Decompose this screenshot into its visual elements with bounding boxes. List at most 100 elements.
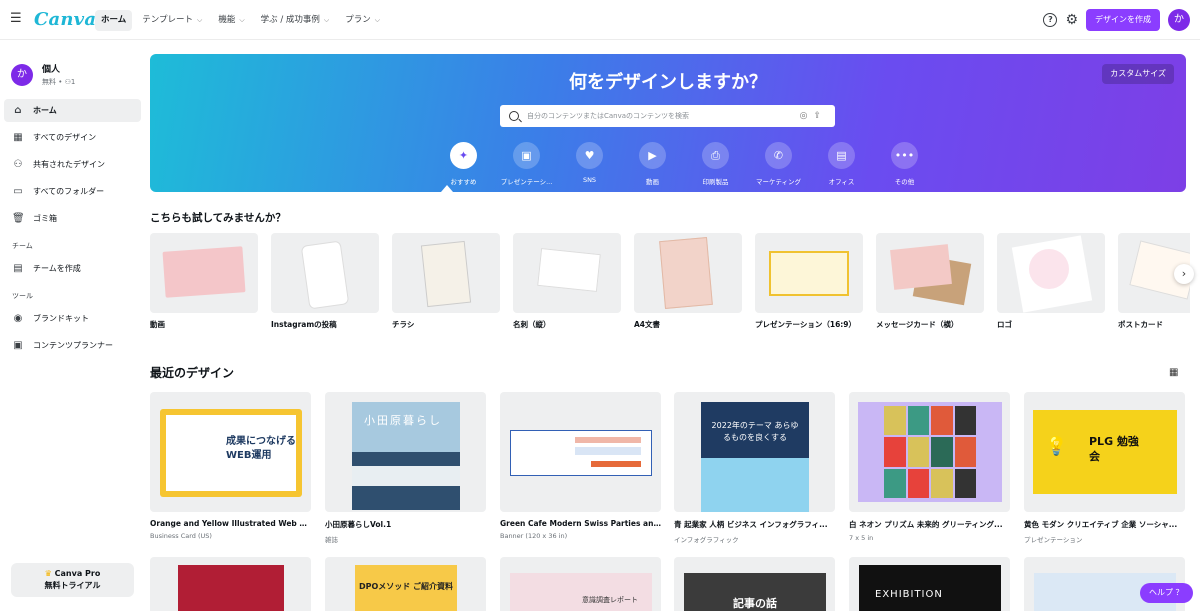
try-card[interactable]: メッセージカード（横） <box>876 233 984 330</box>
design-title: 白 ネオン プリズム 未来的 グリーティング... <box>849 520 1003 529</box>
nav-features[interactable]: 機能 ⌵ <box>212 10 250 31</box>
sidebar-item-brand-kit[interactable]: ◉ ブランドキット <box>4 307 141 330</box>
nav-label: ホーム <box>101 15 127 25</box>
photo-cell <box>907 468 929 498</box>
try-card-label: チラシ <box>392 320 415 329</box>
sidebar-item-content-planner[interactable]: ▣ コンテンツプランナー <box>4 334 141 357</box>
category-label: マーケティング <box>756 178 801 186</box>
sidebar-item-label: ブランドキット <box>33 314 89 323</box>
sparkle-icon: ✦ <box>450 142 477 169</box>
recent-thumbnail[interactable]: EXHIBITION <box>849 557 1010 611</box>
try-card[interactable]: Instagramの投稿 <box>271 233 379 330</box>
sidebar-item-shared[interactable]: ⚇ 共有されたデザイン <box>4 153 141 176</box>
category-label: プレゼンテーシ... <box>500 178 553 186</box>
photo-cell <box>884 468 906 498</box>
category-more[interactable]: ••• その他 <box>873 142 936 186</box>
recent-design-card[interactable]: Green Cafe Modern Swiss Parties and Cel.… <box>500 392 661 540</box>
category-office[interactable]: ▤ オフィス <box>810 142 873 186</box>
top-right-actions: ? ⚙ デザインを作成 か <box>1043 9 1190 31</box>
recent-design-card[interactable]: 💡 PLG 勉強会 黄色 モダン クリエイティブ 企業 ソーシャ... プレゼンテ… <box>1024 392 1185 544</box>
more-icon: ••• <box>891 142 918 169</box>
try-card-label: 名刺（縦） <box>513 320 551 329</box>
category-marketing[interactable]: ✆ マーケティング <box>747 142 810 186</box>
chevron-down-icon: ⌵ <box>323 16 330 24</box>
photo-cell <box>907 437 929 467</box>
carousel-next-button[interactable]: › <box>1174 264 1194 284</box>
try-thumbnail <box>150 233 258 313</box>
brand-kit-icon: ◉ <box>13 312 23 324</box>
recent-design-card[interactable]: 成果につなげるWEB運用 Orange and Yellow Illustrat… <box>150 392 311 540</box>
recent-design-card[interactable]: 2022年のテーマ あらゆるものを良くする 青 起業家 人柄 ビジネス インフォ… <box>674 392 835 544</box>
sidebar-item-label: コンテンツプランナー <box>33 341 113 350</box>
canva-pro-trial-button[interactable]: ♛ Canva Pro 無料トライアル <box>11 563 134 597</box>
category-recommended[interactable]: ✦ おすすめ <box>432 142 495 186</box>
category-label: オフィス <box>828 178 855 186</box>
create-design-button[interactable]: デザインを作成 <box>1086 9 1160 31</box>
grid-icon: ▦ <box>13 131 23 143</box>
design-preview <box>537 247 601 293</box>
recent-design-card[interactable]: 小田原暮らし 小田原暮らしVol.1 雑誌 <box>325 392 486 544</box>
sidebar-item-label: ホーム <box>33 106 57 115</box>
recent-thumbnail[interactable] <box>150 557 311 611</box>
grid-view-icon[interactable]: ▦ <box>1169 367 1178 378</box>
custom-size-button[interactable]: カスタムサイズ <box>1102 64 1174 84</box>
nav-pricing[interactable]: プラン ⌵ <box>339 10 386 31</box>
category-sns[interactable]: ♥ SNS <box>558 142 621 186</box>
sidebar-item-label: チームを作成 <box>33 264 81 273</box>
recent-thumbnail[interactable]: 記事の話 <box>674 557 835 611</box>
banner-line <box>575 447 641 455</box>
search-input[interactable]: 自分のコンテンツまたはCanvaのコンテンツを検索 <box>527 111 800 121</box>
recent-design-card[interactable]: 白 ネオン プリズム 未来的 グリーティング... 7 x 5 in <box>849 392 1010 542</box>
sidebar-item-label: 共有されたデザイン <box>33 160 105 169</box>
nav-label: プラン <box>345 15 371 25</box>
account-switcher[interactable]: か 個人 無料 • ⚇1 <box>11 62 75 87</box>
sidebar-item-folders[interactable]: ▭ すべてのフォルダー <box>4 180 141 203</box>
try-card[interactable]: プレゼンテーション（16:9） <box>755 233 863 330</box>
try-thumbnail <box>513 233 621 313</box>
pro-title: Canva Pro <box>54 569 101 578</box>
try-thumbnail <box>876 233 984 313</box>
photo-cell <box>931 468 953 498</box>
gear-icon[interactable]: ⚙ <box>1065 13 1078 27</box>
sidebar-item-all-designs[interactable]: ▦ すべてのデザイン <box>4 126 141 149</box>
try-card[interactable]: ロゴ <box>997 233 1105 330</box>
sidebar-nav: ⌂ ホーム ▦ すべてのデザイン ⚇ 共有されたデザイン ▭ すべてのフォルダー 🗑 ゴミ… <box>4 99 141 361</box>
menu-icon[interactable]: ☰ <box>10 12 22 26</box>
hero-banner: 何をデザインしますか？ カスタムサイズ 自分のコンテンツまたはCanvaのコンテ… <box>150 54 1186 192</box>
sidebar-item-create-team[interactable]: ▤ チームを作成 <box>4 257 141 280</box>
category-presentation[interactable]: ▣ プレゼンテーシ... <box>495 142 558 186</box>
design-preview <box>858 402 1002 502</box>
recent-designs: 成果につなげるWEB運用 Orange and Yellow Illustrat… <box>150 392 1190 552</box>
recent-thumbnail[interactable]: DPOメソッド ご紹介資料 <box>325 557 486 611</box>
pro-subtitle: 無料トライアル <box>44 581 101 590</box>
sidebar-item-trash[interactable]: 🗑 ゴミ箱 <box>4 207 141 230</box>
category-label: その他 <box>894 178 915 186</box>
canva-logo[interactable]: Canva <box>34 9 96 30</box>
sidebar-item-home[interactable]: ⌂ ホーム <box>4 99 141 122</box>
try-card[interactable]: 動画 <box>150 233 258 330</box>
help-button[interactable]: ヘルプ ？ <box>1140 583 1193 603</box>
category-video[interactable]: ▶ 動画 <box>621 142 684 186</box>
team-section-heading: チーム <box>12 242 33 250</box>
photo-cell <box>954 468 976 498</box>
team-icon: ▤ <box>13 262 23 274</box>
try-card[interactable]: 名刺（縦） <box>513 233 621 330</box>
camera-upload-icons[interactable]: ◎⇪ <box>800 111 827 121</box>
help-icon[interactable]: ? <box>1043 13 1058 27</box>
design-preview: 意識調査レポート <box>510 573 652 611</box>
briefcase-icon: ▤ <box>828 142 855 169</box>
nav-templates[interactable]: テンプレート ⌵ <box>136 10 208 31</box>
try-card[interactable]: チラシ <box>392 233 500 330</box>
try-card[interactable]: A4文書 <box>634 233 742 330</box>
nav-learn[interactable]: 学ぶ / 成功事例 ⌵ <box>255 10 336 31</box>
try-card-label: ロゴ <box>997 320 1012 329</box>
lightbulb-icon: 💡 <box>1045 436 1068 457</box>
nav-home[interactable]: ホーム <box>95 10 133 31</box>
design-preview <box>162 246 246 298</box>
avatar[interactable]: か <box>1168 9 1190 31</box>
recent-section-title: 最近のデザイン <box>150 366 235 380</box>
design-type: Banner (120 x 36 in) <box>500 532 568 540</box>
category-print[interactable]: ⎙ 印刷製品 <box>684 142 747 186</box>
search-bar[interactable]: 自分のコンテンツまたはCanvaのコンテンツを検索 ◎⇪ <box>500 105 835 127</box>
recent-thumbnail[interactable]: 意識調査レポート <box>500 557 661 611</box>
